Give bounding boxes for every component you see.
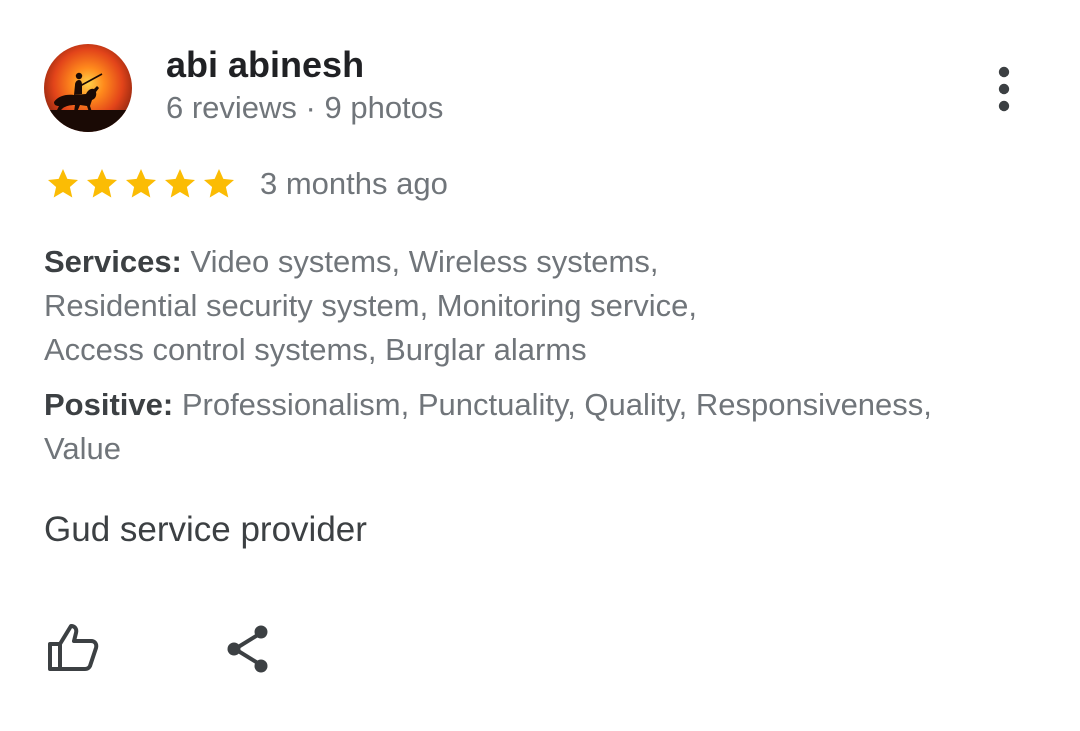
more-options-button[interactable] [984, 64, 1024, 114]
star-icon [165, 169, 195, 198]
review-attributes: Services: Video systems, Wireless system… [44, 240, 1004, 471]
sunset-horse-rider-icon [44, 44, 132, 132]
services-line-1: Services: Video systems, Wireless system… [44, 240, 1004, 284]
services-line-3: Access control systems, Burglar alarms [44, 332, 587, 367]
star-icon [48, 169, 78, 198]
services-text-1: Video systems, Wireless systems, [181, 244, 659, 279]
more-vert-icon [998, 66, 1010, 112]
services-label: Services: [44, 244, 182, 279]
star-icon [204, 169, 234, 198]
positive-label: Positive: [44, 387, 174, 422]
review-card: abi abinesh 6 reviews · 9 photos 3 month… [0, 0, 1080, 731]
thumbs-up-icon [48, 624, 99, 671]
positive-line-1: Positive: Professionalism, Punctuality, … [44, 383, 1004, 427]
author-meta[interactable]: 6 reviews · 9 photos [166, 90, 443, 126]
positive-text-1: Professionalism, Punctuality, Quality, R… [173, 387, 932, 422]
positive-line-2: Value [44, 431, 121, 466]
review-date: 3 months ago [260, 166, 448, 201]
author-avatar[interactable] [44, 44, 132, 132]
like-button[interactable] [44, 622, 102, 674]
star-icon [126, 169, 156, 198]
review-text: Gud service provider [44, 510, 367, 549]
share-button[interactable] [222, 622, 274, 676]
share-icon [227, 625, 268, 673]
star-icon [87, 169, 117, 198]
author-name[interactable]: abi abinesh [166, 44, 364, 86]
rating-row: 3 months ago [44, 163, 448, 205]
services-line-2: Residential security system, Monitoring … [44, 288, 697, 323]
star-rating [44, 166, 239, 202]
